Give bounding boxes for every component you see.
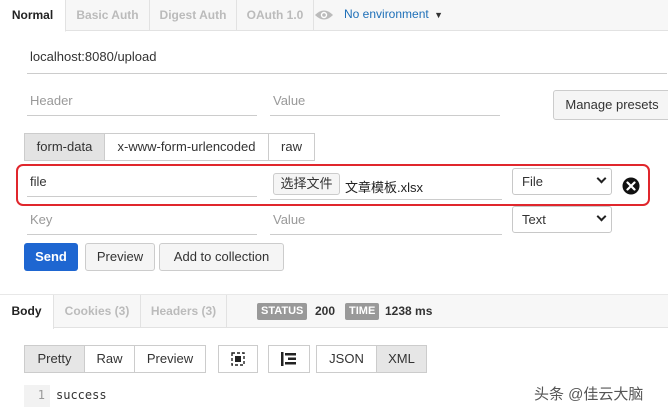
format-json[interactable]: JSON	[316, 345, 377, 373]
type-select-value: Text	[522, 212, 546, 227]
type-select-text[interactable]: Text	[512, 206, 612, 233]
tab-digest-auth[interactable]: Digest Auth	[150, 0, 237, 31]
divider	[270, 199, 502, 200]
tab-cookies[interactable]: Cookies (3)	[54, 295, 141, 328]
response-text: success	[56, 388, 107, 402]
view-pretty[interactable]: Pretty	[24, 345, 85, 373]
expand-icon	[231, 352, 245, 366]
indent-button[interactable]	[268, 345, 310, 373]
environment-selector[interactable]: No environment ▼	[344, 7, 443, 21]
choose-file-button[interactable]: 选择文件	[273, 173, 340, 195]
format-icon	[281, 352, 296, 366]
header-key-input[interactable]: Header	[27, 91, 257, 116]
manage-presets-button[interactable]: Manage presets	[553, 90, 668, 120]
send-button[interactable]: Send	[24, 243, 78, 271]
environment-label: No environment	[344, 7, 429, 21]
form-value-input-empty[interactable]: Value	[270, 210, 502, 235]
add-to-collection-button[interactable]: Add to collection	[159, 243, 284, 271]
mode-form-data[interactable]: form-data	[24, 133, 105, 161]
status-badge: STATUS	[257, 303, 308, 320]
view-preview[interactable]: Preview	[134, 345, 206, 373]
response-tab-bar: Body Cookies (3) Headers (3) STATUS 200 …	[0, 294, 668, 329]
type-select-value: File	[522, 174, 543, 189]
tab-headers[interactable]: Headers (3)	[141, 295, 227, 328]
wrap-button[interactable]	[218, 345, 258, 373]
form-key-input-empty[interactable]: Key	[27, 210, 257, 235]
chevron-down-icon	[596, 173, 607, 184]
time-badge: TIME	[345, 303, 380, 320]
file-name: 文章模板.xlsx	[345, 180, 424, 195]
form-key-input[interactable]: file	[27, 172, 257, 197]
format-xml[interactable]: XML	[376, 345, 427, 373]
chevron-down-icon	[596, 211, 607, 222]
remove-row-icon[interactable]	[622, 177, 640, 195]
url-input[interactable]: localhost:8080/upload	[27, 48, 667, 74]
status-code: 200	[315, 304, 336, 318]
type-select-file[interactable]: File	[512, 168, 612, 195]
response-time: 1238 ms	[385, 304, 433, 318]
tab-normal[interactable]: Normal	[0, 0, 66, 32]
watermark: 头条 @佳云大脑	[534, 386, 644, 403]
auth-tab-bar: Normal Basic Auth Digest Auth OAuth 1.0 …	[0, 0, 668, 32]
mode-urlencoded[interactable]: x-www-form-urlencoded	[104, 133, 269, 161]
preview-button[interactable]: Preview	[85, 243, 155, 271]
eye-icon[interactable]	[314, 8, 334, 22]
header-value-input[interactable]: Value	[270, 91, 500, 116]
chevron-down-icon: ▼	[434, 10, 443, 20]
tab-basic-auth[interactable]: Basic Auth	[66, 0, 150, 31]
tab-oauth[interactable]: OAuth 1.0	[237, 0, 314, 31]
line-number: 1	[24, 385, 50, 407]
view-raw[interactable]: Raw	[84, 345, 135, 373]
tab-body[interactable]: Body	[0, 295, 54, 329]
mode-raw[interactable]: raw	[268, 133, 315, 161]
